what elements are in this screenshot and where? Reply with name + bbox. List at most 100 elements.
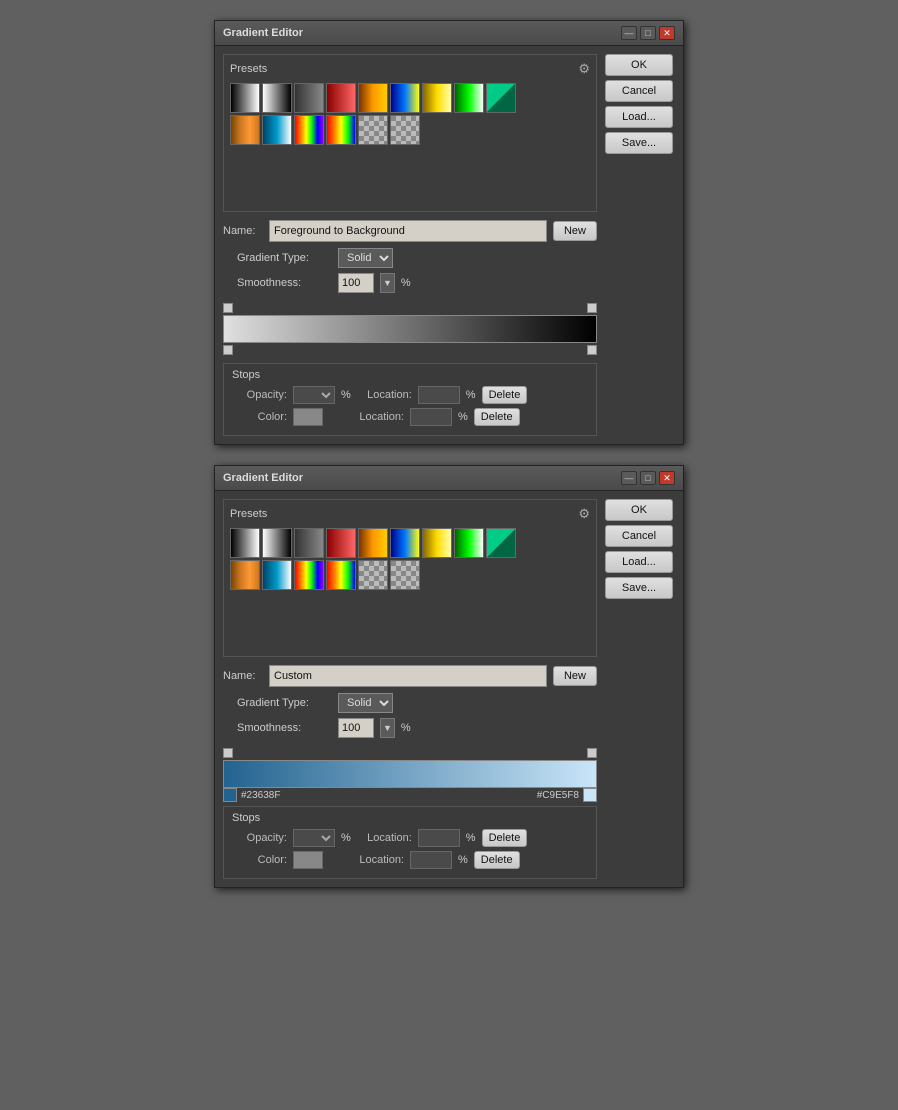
- cancel-button-2[interactable]: Cancel: [605, 525, 673, 547]
- opacity-stop-left-2[interactable]: [223, 748, 233, 758]
- new-button-2[interactable]: New: [553, 666, 597, 686]
- opacity-delete-btn-2[interactable]: Delete: [482, 829, 528, 847]
- gradient-type-select-1[interactable]: Solid: [338, 248, 393, 268]
- dialog-title-1: Gradient Editor: [223, 27, 303, 39]
- preset2-red-grad[interactable]: [326, 528, 356, 558]
- opacity-delete-btn-1[interactable]: Delete: [482, 386, 528, 404]
- window-controls-2: — □ ✕: [621, 471, 675, 485]
- color-location-input-2[interactable]: [410, 851, 452, 869]
- preset2-checker2[interactable]: [390, 560, 420, 590]
- dialog-body-1: Presets ⚙: [215, 46, 683, 444]
- color-swatch-2[interactable]: [293, 851, 323, 869]
- gradient-editor-dialog-1: Gradient Editor — □ ✕ Presets ⚙: [214, 20, 684, 445]
- gradient-bar-2[interactable]: [223, 760, 597, 788]
- color-swatch-left-2[interactable]: [223, 788, 237, 802]
- preset2-green-white[interactable]: [454, 528, 484, 558]
- preset2-yellow-grad[interactable]: [422, 528, 452, 558]
- color-hex-left-2: #23638F: [241, 790, 280, 801]
- color-field-label-1: Color:: [232, 411, 287, 423]
- preset2-checker[interactable]: [358, 560, 388, 590]
- preset-black-white[interactable]: [230, 83, 260, 113]
- smoothness-spin-1[interactable]: ▼: [380, 273, 395, 293]
- close-button-1[interactable]: ✕: [659, 26, 675, 40]
- preset2-black-white[interactable]: [230, 528, 260, 558]
- preset-blue-yellow[interactable]: [390, 83, 420, 113]
- smoothness-percent-2: %: [401, 722, 411, 734]
- opacity-location-input-2[interactable]: [418, 829, 460, 847]
- gear-icon-2[interactable]: ⚙: [578, 506, 590, 522]
- new-button-1[interactable]: New: [553, 221, 597, 241]
- preset-green-white[interactable]: [454, 83, 484, 113]
- color-hex-right-2: #C9E5F8: [537, 790, 579, 801]
- color-label-left-2: #23638F: [223, 788, 280, 802]
- name-input-2[interactable]: [269, 665, 547, 687]
- preset-red-grad[interactable]: [326, 83, 356, 113]
- preset2-black-trans[interactable]: [294, 528, 324, 558]
- preset2-rainbow2[interactable]: [326, 560, 356, 590]
- close-button-2[interactable]: ✕: [659, 471, 675, 485]
- preset-orange-grad[interactable]: [358, 83, 388, 113]
- preset2-white-black[interactable]: [262, 528, 292, 558]
- minimize-button-1[interactable]: —: [621, 26, 637, 40]
- gradient-type-select-2[interactable]: Solid: [338, 693, 393, 713]
- color-delete-btn-2[interactable]: Delete: [474, 851, 520, 869]
- load-button-2[interactable]: Load...: [605, 551, 673, 573]
- preset-yellow-grad[interactable]: [422, 83, 452, 113]
- smoothness-input-2[interactable]: [338, 718, 374, 738]
- opacity-select-1[interactable]: [293, 386, 335, 404]
- color-stops-1: [223, 343, 597, 357]
- preset-black-trans[interactable]: [294, 83, 324, 113]
- gear-icon-1[interactable]: ⚙: [578, 61, 590, 77]
- ok-button-1[interactable]: OK: [605, 54, 673, 76]
- smoothness-input-1[interactable]: [338, 273, 374, 293]
- cancel-button-1[interactable]: Cancel: [605, 80, 673, 102]
- maximize-button-2[interactable]: □: [640, 471, 656, 485]
- preset-checker[interactable]: [358, 115, 388, 145]
- color-row-1: Color: Location: % Delete: [232, 408, 588, 426]
- presets-empty-1: [230, 145, 590, 205]
- opacity-location-input-1[interactable]: [418, 386, 460, 404]
- gradient-bar-1[interactable]: [223, 315, 597, 343]
- opacity-stop-right-1[interactable]: [587, 303, 597, 313]
- preset-rainbow[interactable]: [294, 115, 324, 145]
- stops-section-2: Stops Opacity: % Location: % Delete Colo…: [223, 806, 597, 879]
- side-buttons-2: OK Cancel Load... Save...: [605, 499, 675, 879]
- smoothness-label-1: Smoothness:: [237, 277, 332, 289]
- color-delete-btn-1[interactable]: Delete: [474, 408, 520, 426]
- preset2-blue-yellow[interactable]: [390, 528, 420, 558]
- load-button-1[interactable]: Load...: [605, 106, 673, 128]
- presets-row-1-1: [230, 83, 590, 113]
- color-location-label-1: Location:: [349, 411, 404, 423]
- preset-cyan-grad[interactable]: [262, 115, 292, 145]
- preset-copper[interactable]: [230, 115, 260, 145]
- preset2-green-2[interactable]: [486, 528, 516, 558]
- preset2-copper[interactable]: [230, 560, 260, 590]
- name-input-1[interactable]: [269, 220, 547, 242]
- preset-white-black[interactable]: [262, 83, 292, 113]
- color-stop-right-1[interactable]: [587, 345, 597, 355]
- gradient-bar-container-1: [223, 301, 597, 357]
- maximize-button-1[interactable]: □: [640, 26, 656, 40]
- ok-button-2[interactable]: OK: [605, 499, 673, 521]
- presets-header-1: Presets ⚙: [230, 61, 590, 77]
- preset-rainbow2[interactable]: [326, 115, 356, 145]
- color-swatch-right-2[interactable]: [583, 788, 597, 802]
- save-button-2[interactable]: Save...: [605, 577, 673, 599]
- preset-green-2[interactable]: [486, 83, 516, 113]
- preset2-rainbow[interactable]: [294, 560, 324, 590]
- preset2-orange-grad[interactable]: [358, 528, 388, 558]
- minimize-button-2[interactable]: —: [621, 471, 637, 485]
- opacity-stop-right-2[interactable]: [587, 748, 597, 758]
- opacity-select-2[interactable]: [293, 829, 335, 847]
- color-stop-left-1[interactable]: [223, 345, 233, 355]
- window-controls-1: — □ ✕: [621, 26, 675, 40]
- color-location-input-1[interactable]: [410, 408, 452, 426]
- preset-checker2[interactable]: [390, 115, 420, 145]
- gradient-type-label-1: Gradient Type:: [237, 252, 332, 264]
- dialog-body-2: Presets ⚙: [215, 491, 683, 887]
- opacity-stop-left-1[interactable]: [223, 303, 233, 313]
- color-swatch-1[interactable]: [293, 408, 323, 426]
- preset2-cyan-grad[interactable]: [262, 560, 292, 590]
- smoothness-spin-2[interactable]: ▼: [380, 718, 395, 738]
- save-button-1[interactable]: Save...: [605, 132, 673, 154]
